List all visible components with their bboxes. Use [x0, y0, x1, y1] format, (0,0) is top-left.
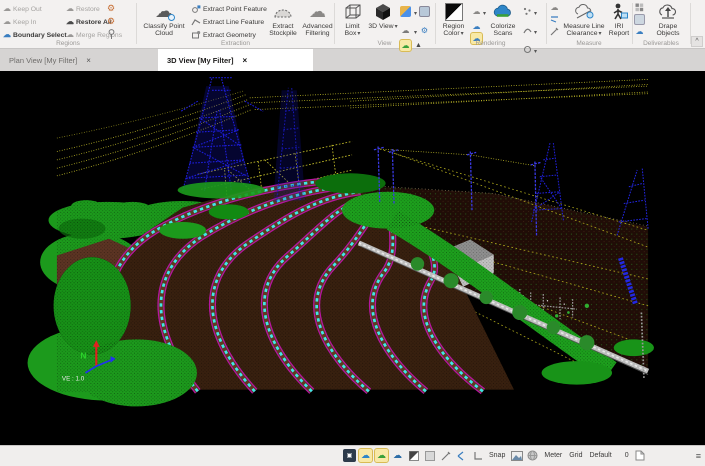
- 3d-view-cube-icon: [373, 1, 393, 23]
- close-tab-icon[interactable]: ×: [86, 56, 91, 65]
- colored-cube-button[interactable]: [400, 5, 411, 17]
- keep-out-button[interactable]: ☁ Keep Out: [3, 3, 42, 15]
- snapshot-image-button[interactable]: [419, 5, 431, 17]
- default-label[interactable]: Default: [590, 452, 612, 459]
- orange-gear-icon: ⚙: [107, 16, 116, 26]
- smooth-style-dropdown[interactable]: [533, 21, 537, 39]
- view-tab-bar: Plan View [My Filter] × 3D View [My Filt…: [0, 48, 705, 71]
- extract-point-feature-icon: [192, 5, 201, 13]
- regions-group-label: Regions: [56, 40, 80, 47]
- application-window: ☁ Keep Out ☁ Keep In ☁ Boundary Select ☁…: [0, 0, 705, 466]
- render-scan-button[interactable]: ☁: [471, 21, 482, 32]
- 3d-point-cloud-viewport[interactable]: N VE : 1.0: [0, 71, 705, 445]
- status-menu-icon[interactable]: ≡: [696, 451, 701, 461]
- extract-stockpile-icon: [272, 1, 294, 23]
- region-color-icon: [444, 1, 463, 23]
- view-settings-gear-button[interactable]: ⚙: [419, 25, 430, 36]
- vertical-exaggeration-label: VE : 1.0: [62, 375, 85, 382]
- restore-all-button[interactable]: ☁ Restore All: [66, 16, 112, 28]
- extract-point-feature-button[interactable]: Extract Point Feature: [191, 3, 267, 15]
- cloud-view-button[interactable]: ☁: [400, 25, 411, 36]
- render-cloud-button[interactable]: ☁: [471, 6, 482, 17]
- rendering-small-buttons: ☁ ☁ ☁: [470, 2, 486, 45]
- meter-label[interactable]: Meter: [544, 452, 562, 459]
- cube-dropdown[interactable]: [413, 2, 417, 20]
- boundary-select-icon: ☁: [3, 30, 11, 39]
- extract-line-feature-icon: [191, 19, 201, 26]
- measure-cloud-button[interactable]: ☁: [549, 2, 560, 13]
- ribbon-toolbar: ☁ Keep Out ☁ Keep In ☁ Boundary Select ☁…: [0, 0, 705, 53]
- region-option-1-button[interactable]: ⚙: [107, 2, 115, 14]
- new-document-icon[interactable]: [634, 449, 647, 462]
- view-group-label: View: [377, 40, 392, 47]
- status-bar: ▣ ☁ ☁ ☁ Snap Meter Grid Default 0 ≡: [0, 445, 705, 466]
- point-style-button[interactable]: [522, 6, 533, 17]
- measure-group-label: Measure: [576, 40, 602, 47]
- merge-regions-icon: ☁: [66, 30, 74, 39]
- export-cloud-button[interactable]: ☁: [634, 26, 645, 37]
- keep-in-button[interactable]: ☁ Keep In: [3, 16, 36, 28]
- point-cloud-scene: N VE : 1.0: [27, 71, 654, 407]
- draw-pen-tool[interactable]: [439, 449, 452, 462]
- ortho-angle-tool[interactable]: [471, 449, 484, 462]
- cloud-toggle-1-active[interactable]: ☁: [358, 448, 373, 463]
- grid-export-button[interactable]: [634, 2, 645, 13]
- measure-line-clearance-icon: [573, 1, 595, 23]
- drape-objects-icon: [657, 1, 679, 23]
- restore-icon: ☁: [66, 4, 74, 13]
- rendering-group-label: Rendering: [475, 40, 506, 47]
- display-image-icon[interactable]: [510, 449, 523, 462]
- measure-section-button[interactable]: [549, 14, 560, 25]
- extract-geometry-icon: [192, 31, 201, 39]
- tab-3d-view[interactable]: 3D View [My Filter] ×: [158, 49, 313, 71]
- limit-box-icon: [343, 1, 363, 23]
- globe-icon-button[interactable]: [526, 449, 539, 462]
- restore-button[interactable]: ☁ Restore: [66, 3, 100, 15]
- measure-small-buttons: ☁: [549, 2, 560, 37]
- extract-line-feature-button[interactable]: Extract Line Feature: [191, 16, 264, 28]
- deliverables-group-label: Deliverables: [643, 40, 679, 47]
- selection-count: 0: [624, 452, 629, 459]
- smooth-style-button[interactable]: [522, 25, 533, 36]
- extraction-group-label: Extraction: [221, 40, 250, 47]
- region-option-2-button[interactable]: ⚙: [107, 15, 115, 27]
- iri-report-icon: [609, 1, 629, 23]
- colorize-scans-icon: [492, 1, 514, 23]
- rendering-style-buttons: [522, 2, 537, 58]
- advanced-filtering-icon: ☁: [309, 2, 326, 22]
- grid-label[interactable]: Grid: [569, 452, 582, 459]
- cloud-toggle-2-active[interactable]: ☁: [374, 448, 389, 463]
- orange-gear-icon: ⚙: [107, 3, 116, 13]
- pin-icon: [108, 28, 115, 39]
- snap-label[interactable]: Snap: [489, 452, 505, 459]
- keep-out-icon: ☁: [3, 4, 11, 13]
- contrast-toggle[interactable]: [407, 449, 420, 462]
- snap-mode-tool[interactable]: [455, 449, 468, 462]
- deliverables-small-buttons: ☁: [634, 2, 645, 37]
- measure-pen-button[interactable]: [549, 26, 560, 37]
- monitor-icon-button[interactable]: ▣: [343, 449, 356, 462]
- cloud-toggle-3[interactable]: ☁: [391, 449, 404, 462]
- north-axis-label: N: [80, 351, 86, 361]
- keep-in-icon: ☁: [3, 17, 11, 26]
- grid-toggle-icon[interactable]: [423, 449, 436, 462]
- region-pin-button[interactable]: [107, 28, 116, 40]
- orthoimage-button[interactable]: [634, 14, 645, 25]
- restore-all-icon: ☁: [66, 17, 74, 26]
- cloud-view-dropdown[interactable]: [413, 21, 417, 39]
- classify-point-cloud-icon: ☁: [155, 1, 175, 22]
- close-tab-icon[interactable]: ×: [243, 56, 248, 65]
- point-style-dropdown[interactable]: [533, 2, 537, 20]
- tab-plan-view[interactable]: Plan View [My Filter] ×: [0, 49, 158, 71]
- collapse-ribbon-button[interactable]: ^: [691, 36, 703, 47]
